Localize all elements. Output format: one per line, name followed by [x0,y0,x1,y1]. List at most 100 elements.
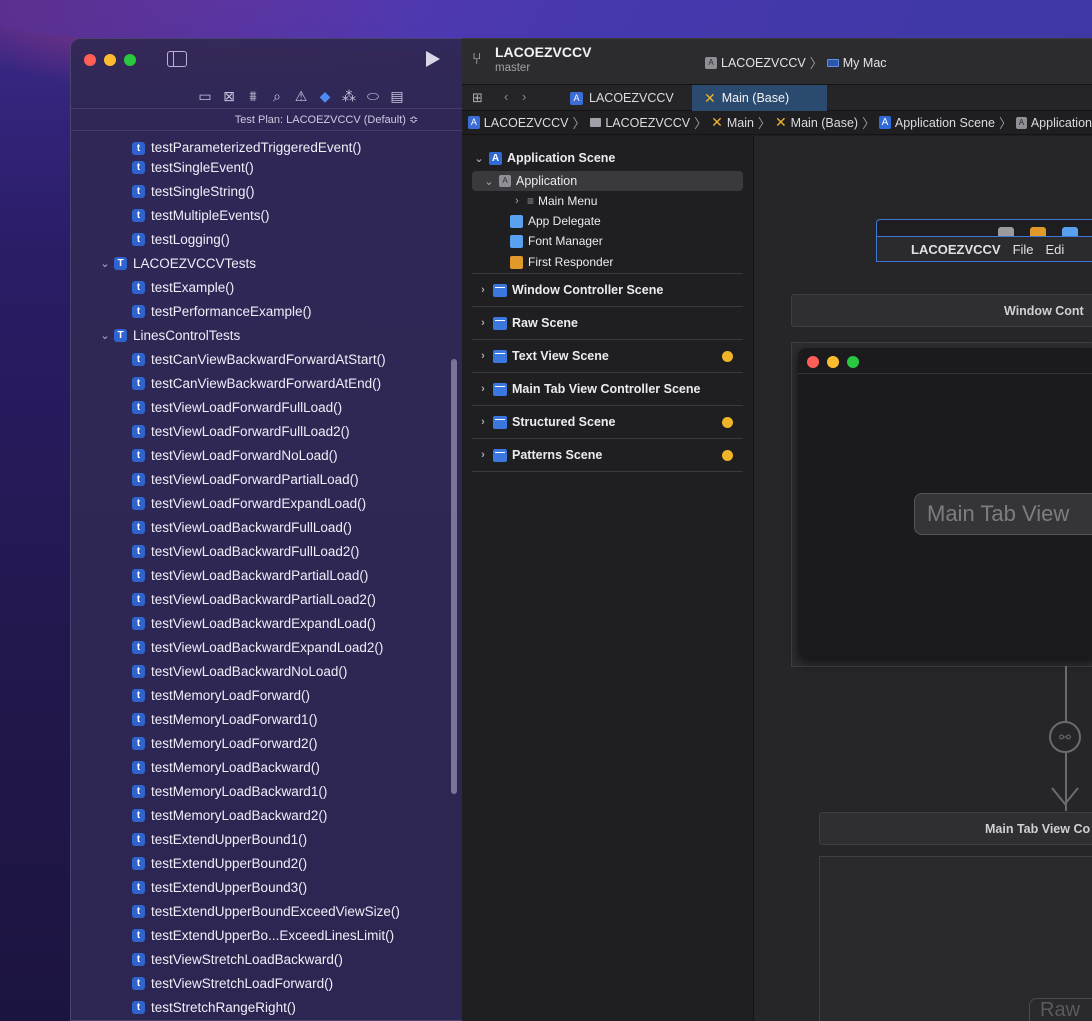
test-case-row[interactable]: t testViewLoadBackwardNoLoad() [71,659,462,683]
outline-first-responder[interactable]: First Responder [472,251,743,274]
test-class-row[interactable]: ⌄ T LACOEZVCCVTests [71,251,462,275]
breakpoint-icon[interactable]: ⬭ [366,89,380,103]
main-tab-view-controller-scene-bar[interactable]: Main Tab View Co [819,812,1092,845]
chevron-down-icon[interactable]: ⌄ [98,257,112,270]
test-case-row[interactable]: t testViewLoadBackwardPartialLoad2() [71,587,462,611]
test-case-row[interactable]: t testMemoryLoadBackward1() [71,779,462,803]
menu-edit[interactable]: Edi [1046,242,1065,257]
menu-app-name[interactable]: LACOEZVCCV [911,242,1001,257]
test-case-row[interactable]: t testViewStretchLoadBackward() [71,947,462,971]
jumpbar-item-project[interactable]: LACOEZVCCV [484,116,569,130]
test-case-row[interactable]: t testPerformanceExample() [71,299,462,323]
test-case-row[interactable]: t testViewLoadBackwardExpandLoad2() [71,635,462,659]
warning-icon[interactable] [722,449,733,461]
chevron-down-icon[interactable]: ⌄ [472,152,486,165]
outline-application-scene[interactable]: ⌄ A Application Scene [462,148,753,168]
test-case-row[interactable]: t testExtendUpperBo...ExceedLinesLimit() [71,923,462,947]
destination-name[interactable]: My Mac [843,56,887,70]
test-case-row[interactable]: t testViewLoadBackwardFullLoad2() [71,539,462,563]
chevron-down-icon[interactable]: ⌄ [482,175,496,188]
test-case-row[interactable]: t testMemoryLoadForward1() [71,707,462,731]
canvas-menu-bar[interactable]: LACOEZVCCV File Edi [876,236,1092,262]
jumpbar-item-folder[interactable]: LACOEZVCCV [605,116,690,130]
source-control-icon[interactable]: ⊠ [222,89,236,103]
scheme-name[interactable]: LACOEZVCCV [721,56,806,70]
chevron-right-icon[interactable]: › [476,449,490,461]
chevron-right-icon[interactable]: › [476,383,490,395]
outline-scene-row[interactable]: › Patterns Scene [472,439,743,472]
outline-application[interactable]: ⌄ A Application [472,171,743,191]
jumpbar-item-main-base[interactable]: Main (Base) [791,116,858,130]
branch-name[interactable]: master [495,62,530,74]
test-case-row[interactable]: t testViewLoadForwardNoLoad() [71,443,462,467]
storyboard-canvas[interactable]: LACOEZVCCV File Edi Window Cont Main Tab… [754,136,1092,1021]
test-case-row[interactable]: t testViewLoadForwardPartialLoad() [71,467,462,491]
jumpbar-item-scene[interactable]: Application Scene [895,116,995,130]
test-case-row[interactable]: t testExtendUpperBound1() [71,827,462,851]
symbol-icon[interactable]: ⩩ [246,89,260,103]
test-case-row[interactable]: t testCanViewBackwardForwardAtEnd() [71,371,462,395]
menu-file[interactable]: File [1013,242,1034,257]
debug-spray-icon[interactable]: ⁂ [342,89,356,103]
outline-scene-row[interactable]: › Text View Scene [472,340,743,373]
jumpbar-item-application[interactable]: Application [1031,116,1092,130]
search-icon[interactable]: ⌕ [270,89,284,103]
test-case-row[interactable]: t testMemoryLoadForward() [71,683,462,707]
chevron-right-icon[interactable]: › [476,284,490,296]
test-case-row[interactable]: t testViewLoadBackwardExpandLoad() [71,611,462,635]
folder-icon[interactable]: ▭ [198,89,212,103]
test-case-row[interactable]: t testViewLoadForwardFullLoad2() [71,419,462,443]
chevron-down-icon[interactable]: ⌄ [98,329,112,342]
scheme-selector[interactable]: A LACOEZVCCV 〉 My Mac [705,53,887,72]
test-case-row[interactable]: t testLogging() [71,227,462,251]
main-tab-view-controller-frame[interactable] [819,856,1092,1021]
test-case-row[interactable]: t testExtendUpperBound2() [71,851,462,875]
outline-app-delegate[interactable]: App Delegate [462,211,753,231]
outline-scene-row[interactable]: › Structured Scene [472,406,743,439]
forward-chevron-icon[interactable]: › [522,89,526,104]
test-case-row[interactable]: t testViewLoadForwardExpandLoad() [71,491,462,515]
report-icon[interactable]: ▤ [390,89,404,103]
warning-icon[interactable] [722,350,733,362]
minimize-window-button[interactable] [104,54,116,66]
test-case-row[interactable]: t testStretchRangeRight() [71,995,462,1019]
test-case-row[interactable]: t testViewStretchLoadForward() [71,971,462,995]
chevron-right-icon[interactable]: › [476,416,490,428]
test-diamond-icon[interactable]: ◆ [318,89,332,103]
test-case-row[interactable]: t testViewLoadBackwardPartialLoad() [71,563,462,587]
test-class-row[interactable]: ⌄ T LinesControlTests [71,323,462,347]
segue-link-icon[interactable]: ⚯ [1049,721,1081,753]
navigator-scrollbar[interactable] [451,359,457,794]
test-case-row[interactable]: t testMemoryLoadBackward() [71,755,462,779]
tab-main-storyboard[interactable]: ✕ Main (Base) [692,85,827,111]
test-case-row[interactable]: t testCanViewBackwardForwardAtStart() [71,347,462,371]
test-case-row[interactable]: t testExample() [71,275,462,299]
related-items-grid-icon[interactable]: ⊞ [472,90,483,106]
test-case-row[interactable]: t testMultipleEvents() [71,203,462,227]
back-chevron-icon[interactable]: ‹ [504,89,508,104]
window-controller-scene-bar[interactable]: Window Cont [791,294,1092,327]
test-case-row[interactable]: t testSingleString() [71,179,462,203]
outline-main-menu[interactable]: › ≡ Main Menu [462,191,753,211]
warning-icon[interactable] [722,416,733,428]
chevron-right-icon[interactable]: › [476,350,490,362]
chevron-right-icon[interactable]: › [476,317,490,329]
chevron-right-icon[interactable]: › [510,195,524,207]
test-case-row[interactable]: t testViewLoadForwardFullLoad() [71,395,462,419]
tab-project[interactable]: A LACOEZVCCV [558,85,692,111]
test-case-row[interactable]: t testMemoryLoadBackward2() [71,803,462,827]
outline-font-manager[interactable]: Font Manager [462,231,753,251]
outline-scene-row[interactable]: › Raw Scene [472,307,743,340]
issue-warning-icon[interactable]: ⚠ [294,89,308,103]
test-case-row[interactable]: t testSingleEvent() [71,155,462,179]
run-button[interactable] [426,51,440,67]
outline-scene-row[interactable]: › Window Controller Scene [472,274,743,307]
sidebar-toggle-icon[interactable] [167,51,187,67]
jumpbar-item-main[interactable]: Main [727,116,754,130]
test-case-row[interactable]: t testExtendUpperBoundExceedViewSize() [71,899,462,923]
test-case-row[interactable]: t testMemoryLoadForward2() [71,731,462,755]
zoom-window-button[interactable] [124,54,136,66]
outline-scene-row[interactable]: › Main Tab View Controller Scene [472,373,743,406]
main-tab-view-placeholder[interactable]: Main Tab View [914,493,1092,535]
raw-scene-stub[interactable]: Raw [1029,998,1092,1021]
